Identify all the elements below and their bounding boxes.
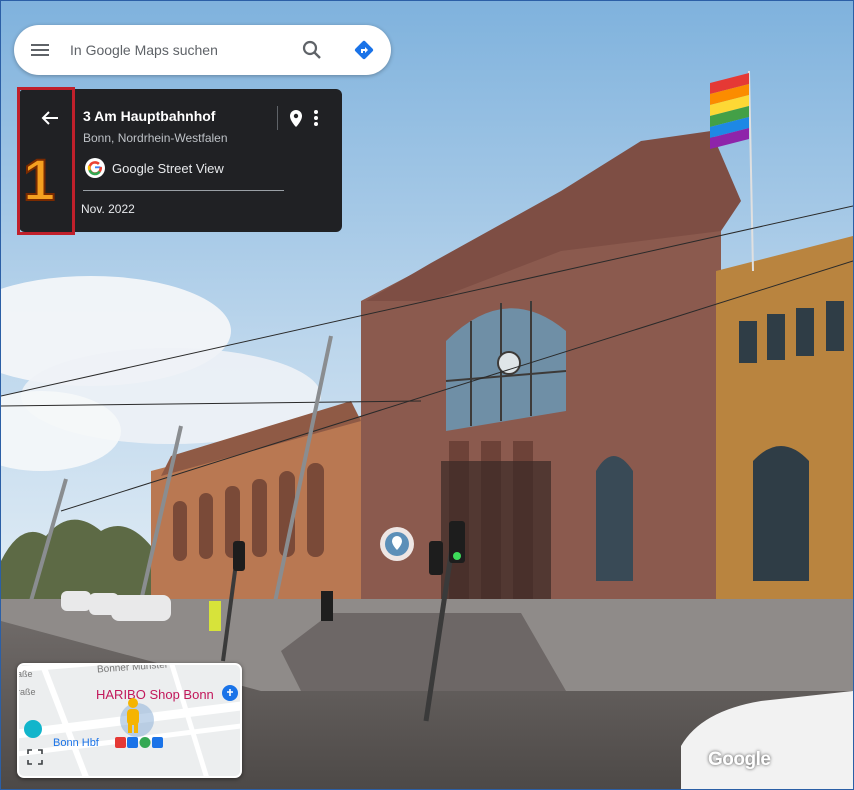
search-icon[interactable]	[300, 38, 324, 62]
card-separator	[277, 106, 278, 130]
clock	[497, 351, 521, 375]
search-input[interactable]	[70, 37, 290, 63]
directions-icon[interactable]	[352, 38, 376, 62]
location-title: 3 Am Hauptbahnhof	[83, 108, 216, 124]
location-pin-icon[interactable]	[285, 107, 307, 129]
pegman-icon	[127, 698, 139, 733]
search-bar	[14, 25, 391, 75]
capture-date[interactable]: Nov. 2022	[81, 202, 135, 216]
waypoint-marker	[380, 527, 414, 561]
street-view-window: 3 Am Hauptbahnhof Bonn, Nordrhein-Westfa…	[0, 0, 854, 790]
side-arch-window	[596, 456, 633, 581]
steps	[281, 613, 566, 691]
google-watermark: Google	[708, 749, 771, 770]
minimap-street-fragment: raße	[17, 687, 36, 697]
card-divider	[83, 190, 284, 191]
source-label: Google Street View	[112, 161, 224, 176]
expand-corners-icon[interactable]	[27, 749, 43, 765]
location-subtitle: Bonn, Nordrhein-Westfalen	[83, 131, 228, 145]
step-number-label: 1	[22, 148, 56, 213]
minimap-poi-label: HARIBO Shop Bonn	[96, 687, 214, 702]
hamburger-menu-icon[interactable]	[28, 39, 52, 61]
more-vertical-icon[interactable]	[309, 107, 323, 129]
rainbow-flag	[710, 73, 749, 149]
minimap-street-fragment: aße	[17, 669, 33, 679]
minimap[interactable]: Bonner Münster aße raße HARIBO Shop Bonn…	[17, 663, 242, 778]
google-g-icon	[85, 158, 105, 178]
minimap-station-label: Bonn Hbf	[53, 737, 99, 749]
